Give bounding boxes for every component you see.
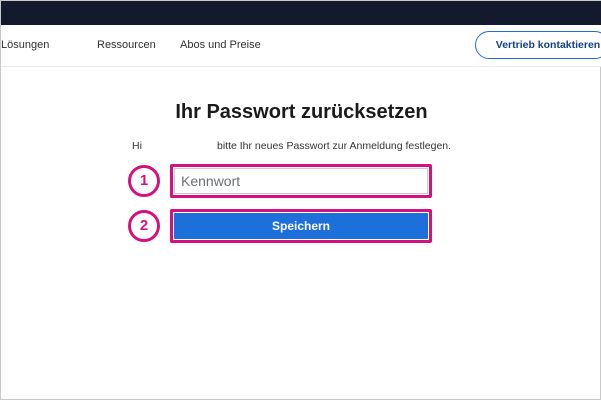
nav-link-abos-und-preise[interactable]: Abos und Preise: [180, 39, 261, 51]
instruction-text: bitte Ihr neues Passwort zur Anmeldung f…: [217, 140, 452, 152]
top-bar: [1, 1, 601, 25]
main-nav: Lösungen Ressourcen Abos und Preise Vert…: [1, 25, 601, 67]
nav-link-ressourcen[interactable]: Ressourcen: [97, 39, 156, 51]
reset-password-page: Lösungen Ressourcen Abos und Preise Vert…: [0, 0, 601, 400]
greeting-text: Hi: [132, 140, 142, 152]
step2-highlight-frame: [170, 209, 432, 243]
step1-badge: 1: [128, 165, 160, 197]
page-title: Ihr Passwort zurücksetzen: [175, 101, 428, 123]
step2-badge: 2: [128, 210, 160, 242]
contact-sales-button[interactable]: Vertrieb kontaktieren: [475, 31, 601, 59]
step1-highlight-frame: [170, 164, 432, 198]
nav-link-loesungen[interactable]: Lösungen: [1, 39, 49, 51]
